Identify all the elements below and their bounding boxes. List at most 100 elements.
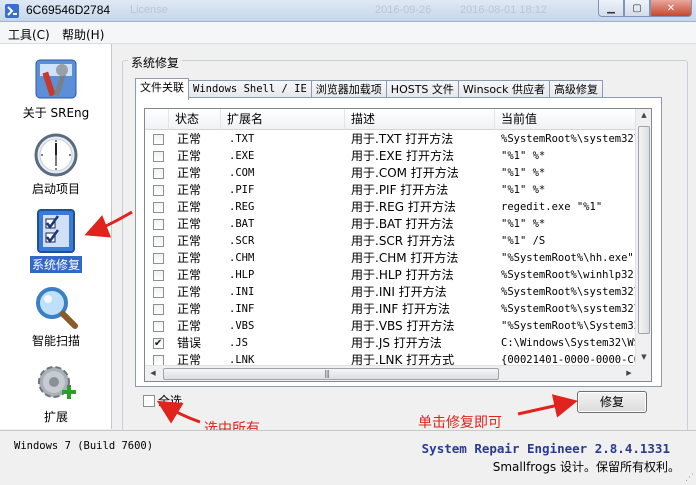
row-status: 错误: [177, 336, 202, 350]
row-checkbox[interactable]: [153, 134, 164, 145]
table-row[interactable]: 正常 .SCR 用于.SCR 打开方法 "%1" /S: [145, 233, 637, 250]
row-extension: .VBS: [229, 320, 255, 332]
table-row[interactable]: 正常 .COM 用于.COM 打开方法 "%1" %*: [145, 165, 637, 182]
table-row[interactable]: 正常 .HLP 用于.HLP 打开方法 %SystemRoot%\winhlp32.: [145, 267, 637, 284]
nav-item-startup[interactable]: 启动项目: [0, 132, 112, 197]
vertical-scrollbar[interactable]: ▲ ▼: [635, 109, 651, 367]
size-grip-icon[interactable]: ⋰: [685, 473, 694, 483]
header-status[interactable]: 状态: [169, 109, 221, 130]
table-row[interactable]: 正常 .EXE 用于.EXE 打开方法 "%1" %*: [145, 148, 637, 165]
product-name: System Repair Engineer 2.8.4.1331: [421, 441, 670, 456]
menu-help[interactable]: 帮助(H): [62, 26, 104, 43]
row-current-value: "%1" %*: [501, 218, 546, 230]
row-description: 用于.REG 打开方法: [351, 200, 456, 214]
row-checkbox[interactable]: [153, 304, 164, 315]
row-checkbox[interactable]: [153, 321, 164, 332]
nav-label: 系统修复: [28, 255, 84, 274]
row-extension: .COM: [229, 167, 255, 179]
tools-icon: [35, 59, 77, 99]
row-checkbox[interactable]: [153, 185, 164, 196]
header-current-value[interactable]: 当前值: [495, 109, 637, 130]
tab-file-association[interactable]: 文件关联: [135, 78, 189, 100]
minimize-icon: ▁: [607, 2, 615, 14]
horizontal-scroll-thumb[interactable]: |||: [163, 368, 499, 380]
nav-label: 扩展: [43, 410, 68, 424]
clock-icon: [34, 133, 78, 177]
scroll-corner: [635, 365, 651, 381]
nav-item-about[interactable]: 关于 SREng: [0, 56, 112, 121]
row-current-value: C:\Windows\System32\WS: [501, 337, 637, 349]
select-all-checkbox[interactable]: 全选: [143, 392, 182, 409]
row-checkbox[interactable]: [153, 270, 164, 281]
row-status: 正常: [177, 319, 202, 333]
table-row[interactable]: 正常 .CHM 用于.CHM 打开方法 "%SystemRoot%\hh.exe" ": [145, 250, 637, 267]
row-extension: .EXE: [229, 150, 255, 162]
scroll-down-icon[interactable]: ▼: [636, 353, 651, 361]
group-title: 系统修复: [128, 54, 183, 71]
row-checkbox[interactable]: [153, 287, 164, 298]
nav-item-extensions[interactable]: 扩展: [0, 360, 112, 425]
left-nav: 关于 SREng 启动项目 系统修复 智能扫描 扩展: [0, 44, 112, 429]
header-checkbox-column[interactable]: [145, 109, 169, 130]
row-description: 用于.INF 打开方法: [351, 302, 451, 316]
minimize-button[interactable]: ▁: [598, 0, 624, 17]
row-status: 正常: [177, 268, 202, 282]
row-description: 用于.CHM 打开方法: [351, 251, 459, 265]
row-status: 正常: [177, 200, 202, 214]
row-description: 用于.PIF 打开方法: [351, 183, 449, 197]
window-title: 6C69546D2784: [26, 3, 111, 17]
row-checkbox[interactable]: [153, 168, 164, 179]
row-description: 用于.JS 打开方法: [351, 336, 442, 350]
table-row[interactable]: 正常 .PIF 用于.PIF 打开方法 "%1" %*: [145, 182, 637, 199]
vertical-scroll-thumb[interactable]: [638, 126, 650, 334]
row-checkbox[interactable]: [153, 151, 164, 162]
row-checkbox[interactable]: [153, 253, 164, 264]
row-extension: .INI: [229, 286, 255, 298]
row-checkbox[interactable]: [153, 236, 164, 247]
maximize-button[interactable]: ▢: [624, 0, 650, 17]
row-description: 用于.INI 打开方法: [351, 285, 447, 299]
checkbox-icon: [143, 394, 155, 407]
annotation-click-repair: 单击修复即可: [418, 415, 502, 431]
file-association-list[interactable]: 状态 扩展名 描述 当前值 正常 .TXT 用于.TXT 打开方法 %SystemRo…: [144, 108, 652, 382]
header-extension[interactable]: 扩展名: [221, 109, 345, 130]
select-all-label: 全选: [158, 394, 183, 408]
table-row[interactable]: 正常 .INF 用于.INF 打开方法 %SystemRoot%\system32\: [145, 301, 637, 318]
table-row[interactable]: 正常 .BAT 用于.BAT 打开方法 "%1" %*: [145, 216, 637, 233]
row-status: 正常: [177, 285, 202, 299]
repair-button[interactable]: 修复: [577, 391, 647, 413]
row-description: 用于.HLP 打开方法: [351, 268, 454, 282]
table-row[interactable]: 正常 .REG 用于.REG 打开方法 regedit.exe "%1": [145, 199, 637, 216]
row-checkbox[interactable]: [153, 335, 164, 352]
horizontal-scrollbar[interactable]: ◀ ||| ▶: [145, 365, 637, 381]
checklist-icon: [37, 209, 75, 253]
menu-tools[interactable]: 工具(C): [8, 26, 50, 43]
tab-strip: 文件关联 Windows Shell / IE 浏览器加载项 HOSTS 文件 …: [135, 78, 603, 100]
row-status: 正常: [177, 234, 202, 248]
scroll-up-icon[interactable]: ▲: [636, 111, 651, 119]
title-bar[interactable]: 6C69546D2784 License 2016-09-26 2016-08-…: [0, 0, 696, 22]
table-row[interactable]: 正常 .INI 用于.INI 打开方法 %SystemRoot%\system32\: [145, 284, 637, 301]
nav-item-system-repair[interactable]: 系统修复: [0, 208, 112, 274]
row-current-value: "%1" %*: [501, 184, 546, 196]
table-row[interactable]: 正常 .VBS 用于.VBS 打开方法 "%SystemRoot%\System32: [145, 318, 637, 335]
title-ghost-text: License: [130, 4, 168, 16]
row-current-value: "%1" %*: [501, 150, 546, 162]
row-checkbox[interactable]: [153, 202, 164, 213]
close-button[interactable]: ✕: [650, 0, 692, 17]
scroll-left-icon[interactable]: ◀: [145, 369, 161, 377]
nav-item-smart-scan[interactable]: 智能扫描: [0, 284, 112, 349]
header-description[interactable]: 描述: [345, 109, 495, 130]
row-checkbox[interactable]: [153, 219, 164, 230]
nav-label: 启动项目: [31, 182, 80, 196]
row-extension: .BAT: [229, 218, 255, 230]
row-extension: .PIF: [229, 184, 255, 196]
row-description: 用于.TXT 打开方法: [351, 132, 454, 146]
title-ghost-text: 2016-08-01 18:12: [460, 4, 547, 16]
table-row[interactable]: 错误 .JS 用于.JS 打开方法 C:\Windows\System32\WS: [145, 335, 637, 352]
maximize-icon: ▢: [632, 2, 642, 14]
row-current-value: %SystemRoot%\system32\: [501, 303, 637, 315]
table-row[interactable]: 正常 .TXT 用于.TXT 打开方法 %SystemRoot%\system32\: [145, 131, 637, 148]
list-header: 状态 扩展名 描述 当前值: [145, 109, 637, 130]
row-description: 用于.SCR 打开方法: [351, 234, 455, 248]
